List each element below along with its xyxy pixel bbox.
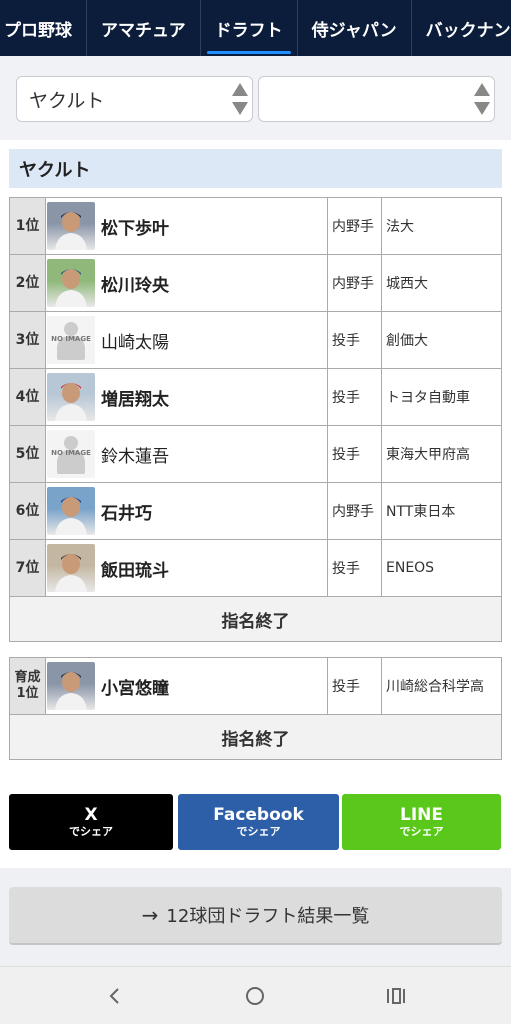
player-name[interactable]: 小宮悠瞳: [101, 674, 169, 699]
team-select[interactable]: ヤクルト: [16, 76, 253, 122]
player-photo: [47, 259, 95, 307]
pick-rank: 1位: [9, 197, 46, 255]
pick-rank: 育成1位: [9, 657, 46, 715]
pick-player: 石井巧: [45, 482, 328, 540]
top-nav: プロ野球 アマチュア ドラフト 侍ジャパン バックナンバー: [0, 0, 511, 56]
player-name[interactable]: 増居翔太: [101, 385, 169, 410]
draft-panel: ヤクルト 1位 松下歩叶 内野手 法大 2位 松川玲央 内野手 城西大 3位 NO IMAGE 山崎…: [0, 140, 511, 868]
pick-rank: 7位: [9, 539, 46, 597]
pick-row[interactable]: 3位 NO IMAGE 山崎太陽 投手 創価大: [9, 311, 502, 369]
player-position: 投手: [327, 657, 382, 715]
share-line-title: LINE: [400, 805, 443, 825]
team-select-value: ヤクルト: [29, 89, 105, 112]
player-position: 内野手: [327, 254, 382, 312]
all-teams-results-link[interactable]: → 12球団ドラフト結果一覧: [9, 887, 502, 945]
pick-row[interactable]: 6位 石井巧 内野手 NTT東日本: [9, 482, 502, 540]
pick-rank: 3位: [9, 311, 46, 369]
tab-draft[interactable]: ドラフト: [201, 0, 298, 56]
player-school: 東海大甲府高: [381, 425, 502, 483]
pick-player: 飯田琉斗: [45, 539, 328, 597]
pick-row[interactable]: 育成1位 小宮悠瞳 投手 川崎総合科学高: [9, 657, 502, 715]
tab-amateur[interactable]: アマチュア: [87, 0, 201, 56]
pick-player: 小宮悠瞳: [45, 657, 328, 715]
pick-row[interactable]: 1位 松下歩叶 内野手 法大: [9, 197, 502, 255]
android-nav-bar: [0, 966, 511, 1024]
select-arrows-icon: [474, 83, 490, 115]
player-school: 法大: [381, 197, 502, 255]
share-x-sub: でシェア: [69, 825, 113, 838]
pick-row[interactable]: 4位 増居翔太 投手 トヨタ自動車: [9, 368, 502, 426]
tab-samurai-japan[interactable]: 侍ジャパン: [298, 0, 412, 56]
select-arrows-icon: [232, 83, 248, 115]
no-image-label: NO IMAGE: [51, 449, 91, 457]
recents-icon[interactable]: [376, 979, 416, 1013]
picks-end-label: 指名終了: [9, 714, 502, 760]
player-school: トヨタ自動車: [381, 368, 502, 426]
player-name[interactable]: 松川玲央: [101, 271, 169, 296]
secondary-select[interactable]: [258, 76, 495, 122]
pick-row[interactable]: 5位 NO IMAGE 鈴木蓮吾 投手 東海大甲府高: [9, 425, 502, 483]
share-line-button[interactable]: LINE でシェア: [342, 794, 501, 850]
player-photo: [47, 487, 95, 535]
player-school: NTT東日本: [381, 482, 502, 540]
player-name: 山崎太陽: [101, 332, 169, 353]
player-name[interactable]: 松下歩叶: [101, 214, 169, 239]
pick-player: NO IMAGE 鈴木蓮吾: [45, 425, 328, 483]
player-name[interactable]: 石井巧: [101, 499, 152, 524]
picks-end-row: 指名終了: [9, 596, 502, 642]
draft-table: 1位 松下歩叶 内野手 法大 2位 松川玲央 内野手 城西大 3位 NO IMAGE 山崎太陽 投手創…: [9, 197, 502, 642]
player-position: 投手: [327, 311, 382, 369]
player-school: 創価大: [381, 311, 502, 369]
tab-back-number[interactable]: バックナンバー: [412, 0, 511, 56]
share-facebook-button[interactable]: Facebook でシェア: [178, 794, 339, 850]
player-photo: [47, 202, 95, 250]
no-image-placeholder: NO IMAGE: [47, 316, 95, 364]
home-icon[interactable]: [235, 979, 275, 1013]
share-line-sub: でシェア: [399, 825, 444, 838]
share-facebook-sub: でシェア: [236, 825, 281, 838]
player-school: 城西大: [381, 254, 502, 312]
pick-player: 松下歩叶: [45, 197, 328, 255]
player-photo: [47, 373, 95, 421]
pick-rank: 6位: [9, 482, 46, 540]
player-photo: [47, 544, 95, 592]
pick-player: 増居翔太: [45, 368, 328, 426]
pick-rank: 4位: [9, 368, 46, 426]
bottom-area: → 12球団ドラフト結果一覧: [0, 868, 511, 968]
player-position: 投手: [327, 539, 382, 597]
player-name: 鈴木蓮吾: [101, 446, 169, 467]
pick-player: NO IMAGE 山崎太陽: [45, 311, 328, 369]
development-draft-table: 育成1位 小宮悠瞳 投手 川崎総合科学高 指名終了: [9, 657, 502, 760]
arrow-right-icon: →: [141, 903, 159, 927]
player-photo: [47, 662, 95, 710]
share-x-title: X: [84, 805, 98, 825]
picks-end-row: 指名終了: [9, 714, 502, 760]
tab-pro-baseball[interactable]: プロ野球: [0, 0, 87, 56]
no-image-label: NO IMAGE: [51, 335, 91, 343]
share-facebook-title: Facebook: [213, 805, 304, 825]
pick-row[interactable]: 7位 飯田琉斗 投手 ENEOS: [9, 539, 502, 597]
share-x-button[interactable]: X でシェア: [9, 794, 173, 850]
filter-bar: ヤクルト: [0, 56, 511, 140]
player-position: 内野手: [327, 197, 382, 255]
player-position: 投手: [327, 425, 382, 483]
player-name[interactable]: 飯田琉斗: [101, 556, 169, 581]
pick-rank: 5位: [9, 425, 46, 483]
player-position: 投手: [327, 368, 382, 426]
pick-row[interactable]: 2位 松川玲央 内野手 城西大: [9, 254, 502, 312]
pick-rank: 2位: [9, 254, 46, 312]
player-school: 川崎総合科学高: [381, 657, 502, 715]
all-teams-results-label: 12球団ドラフト結果一覧: [166, 906, 370, 927]
no-image-placeholder: NO IMAGE: [47, 430, 95, 478]
player-school: ENEOS: [381, 539, 502, 597]
team-header: ヤクルト: [9, 149, 502, 188]
pick-player: 松川玲央: [45, 254, 328, 312]
player-position: 内野手: [327, 482, 382, 540]
picks-end-label: 指名終了: [9, 596, 502, 642]
back-icon[interactable]: [95, 979, 135, 1013]
